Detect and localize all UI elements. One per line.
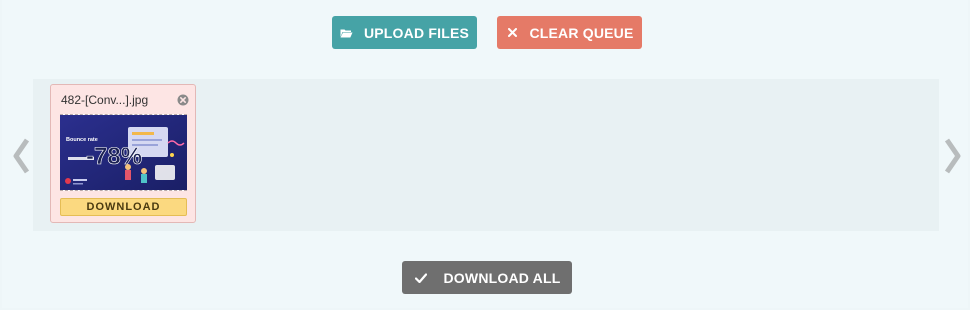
converter-page: UPLOAD FILES CLEAR QUEUE 482-[Conv...].j… [2, 0, 968, 308]
clear-queue-label: CLEAR QUEUE [529, 24, 634, 41]
chevron-left-icon [13, 138, 30, 174]
thumbnail-stat: -78% [86, 143, 142, 170]
upload-files-button[interactable]: UPLOAD FILES [332, 16, 477, 49]
close-icon [505, 28, 519, 37]
upload-files-label: UPLOAD FILES [363, 24, 470, 41]
clear-queue-button[interactable]: CLEAR QUEUE [497, 16, 642, 49]
download-file-button[interactable]: DOWNLOAD [60, 198, 187, 216]
remove-file-button[interactable] [177, 93, 189, 106]
chevron-right-icon [944, 138, 961, 174]
download-all-label: DOWNLOAD ALL [443, 269, 561, 286]
remove-circle-icon [177, 94, 189, 106]
queue-prev-button[interactable] [8, 136, 34, 176]
file-card: 482-[Conv...].jpg Bounce rate -78% DOWNL… [50, 84, 196, 223]
download-all-button[interactable]: DOWNLOAD ALL [402, 261, 572, 294]
check-icon [414, 272, 428, 283]
queue-next-button[interactable] [940, 136, 966, 176]
file-name: 482-[Conv...].jpg [61, 93, 149, 107]
folder-open-icon [340, 28, 354, 38]
file-thumbnail: Bounce rate -78% [60, 114, 187, 191]
